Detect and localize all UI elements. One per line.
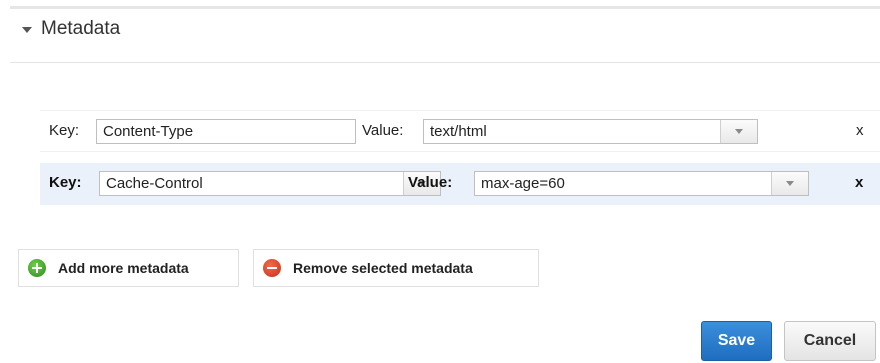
add-metadata-button[interactable]: Add more metadata	[18, 249, 239, 287]
value-dropdown-button[interactable]	[771, 172, 808, 195]
save-button[interactable]: Save	[701, 321, 772, 361]
metadata-row[interactable]: Key: Value: text/html x	[40, 110, 880, 152]
caret-down-icon	[22, 27, 32, 33]
key-combobox-text: Cache-Control	[106, 175, 203, 192]
key-label: Key:	[49, 122, 80, 139]
value-combobox[interactable]: text/html	[423, 119, 758, 144]
remove-row-button[interactable]: x	[855, 174, 863, 191]
top-divider	[10, 6, 880, 9]
chevron-down-icon	[786, 181, 794, 186]
key-combobox[interactable]: Cache-Control	[99, 171, 441, 196]
value-combobox-text: max-age=60	[481, 175, 565, 192]
value-label: Value:	[362, 122, 404, 139]
section-title: Metadata	[41, 18, 121, 39]
value-dropdown-button[interactable]	[720, 120, 757, 143]
section-header	[10, 10, 880, 63]
cancel-button[interactable]: Cancel	[784, 321, 876, 361]
key-label: Key:	[49, 174, 82, 191]
add-metadata-label: Add more metadata	[58, 260, 189, 276]
metadata-section-toggle[interactable]: Metadata	[22, 18, 120, 40]
metadata-row-selected[interactable]: Key: Cache-Control Value: max-age=60 x	[40, 163, 880, 205]
value-combobox-text: text/html	[430, 123, 487, 140]
value-combobox[interactable]: max-age=60	[474, 171, 809, 196]
remove-row-button[interactable]: x	[856, 122, 864, 139]
chevron-down-icon	[735, 129, 743, 134]
value-label: Value:	[408, 174, 453, 191]
add-circle-icon	[28, 259, 46, 277]
key-input[interactable]	[96, 119, 356, 144]
remove-metadata-button[interactable]: Remove selected metadata	[253, 249, 539, 287]
remove-metadata-label: Remove selected metadata	[293, 260, 473, 276]
remove-circle-icon	[263, 259, 281, 277]
